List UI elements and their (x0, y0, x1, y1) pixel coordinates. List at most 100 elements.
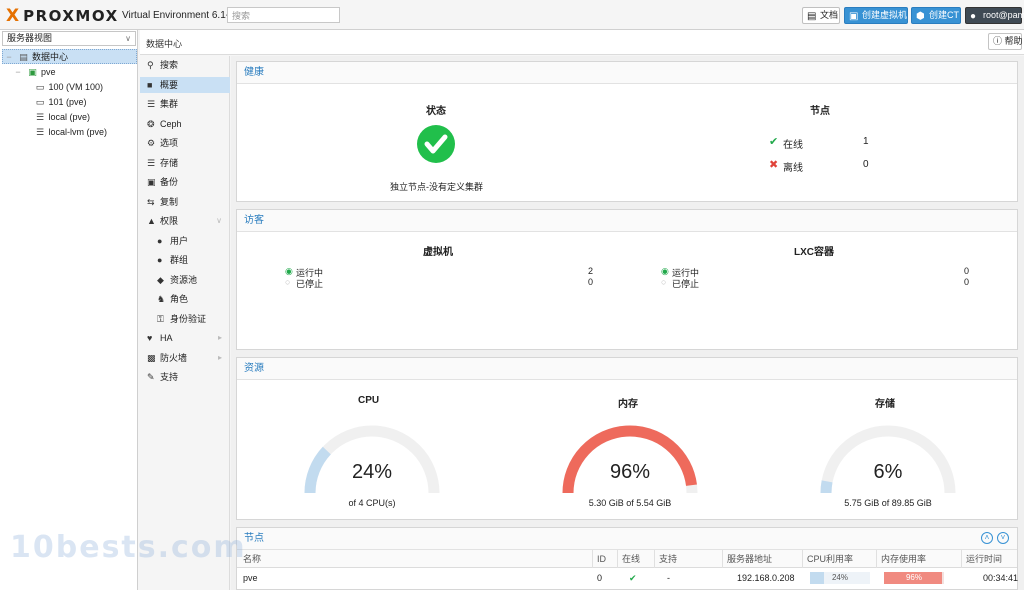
offline-x-icon: ✖ (769, 159, 779, 171)
col-memory[interactable]: 内存使用率 (877, 550, 962, 568)
menu-item-label: 权限 (160, 216, 179, 226)
col-name[interactable]: 名称 (239, 550, 593, 568)
top-bar: X PROXMOX Virtual Environment 6.1-7 搜索 ▤… (0, 0, 1024, 30)
create-vm-button[interactable]: ▣ 创建虚拟机 (844, 7, 908, 24)
nodes-panel: 节点 ˄ ˅ 名称 ID 在线 支持 服务器地址 CPU利用率 内存使用率 运行… (236, 527, 1018, 590)
lxc-running-count: 0 (964, 266, 970, 276)
online-label: 在线 (783, 140, 803, 151)
tree-item-label: local-lvm (pve) (48, 127, 108, 137)
menu-item-groups[interactable]: ● 群组 (140, 252, 230, 268)
tree-item-label: 101 (pve) (48, 97, 87, 107)
view-selector[interactable]: 服务器视图 ∨ (2, 31, 136, 46)
col-cpu[interactable]: CPU利用率 (803, 550, 877, 568)
book-icon: ▤ (807, 11, 817, 22)
node-id-cell: 0 (597, 573, 603, 583)
collapse-icon[interactable]: − (3, 50, 15, 65)
tree-item-pve[interactable]: − ▣ pve (12, 65, 147, 80)
menu-item-replication[interactable]: ⇆ 复制 (140, 194, 230, 210)
chevron-right-icon: ▸ (217, 333, 222, 342)
nodes-panel-title: 节点 (237, 528, 1017, 550)
menu-item-label: 群组 (170, 255, 189, 265)
menu-item-label: 存储 (160, 158, 179, 168)
status-ok-icon (417, 125, 455, 163)
database-icon: ☰ (35, 112, 45, 122)
node-support-cell: - (667, 573, 670, 583)
expand-down-icon[interactable]: ˅ (997, 532, 1009, 544)
vm-stopped-label: 已停止 (296, 279, 324, 289)
menu-item-label: 搜索 (160, 60, 179, 70)
proxmox-logo[interactable]: X PROXMOX (6, 7, 119, 25)
status-text: 独立节点-没有定义集群 (390, 182, 483, 192)
search-input[interactable]: 搜索 (227, 7, 340, 23)
cpu-usage-text: 24% (831, 573, 848, 582)
status-title: 状态 (426, 106, 446, 117)
desktop-icon: ▣ (849, 11, 859, 22)
summary-content: 健康 状态 独立节点-没有定义集群 节点 ✔ 在线 1 ✖ 离线 0 访客 虚拟… (231, 56, 1024, 590)
menu-item-options[interactable]: ⚙ 选项 (140, 135, 230, 151)
online-check-icon: ✔ (769, 136, 779, 148)
lxc-stopped-label: 已停止 (672, 279, 700, 289)
menu-item-summary[interactable]: ■ 概要 (140, 77, 230, 93)
cpu-gauge-detail: of 4 CPU(s) (348, 498, 396, 508)
menu-item-firewall[interactable]: ▩ 防火墙 ▸ (140, 350, 230, 366)
lxc-title: LXC容器 (794, 247, 834, 258)
cube-icon: ⬢ (916, 11, 925, 22)
collapse-up-icon[interactable]: ˄ (981, 532, 993, 544)
menu-item-pools[interactable]: ◆ 资源池 (140, 272, 230, 288)
memory-gauge-value: 96% (609, 461, 651, 483)
menu-item-cluster[interactable]: ☰ 集群 (140, 96, 230, 112)
nodes-table-header: 名称 ID 在线 支持 服务器地址 CPU利用率 内存使用率 运行时间 (237, 550, 1017, 568)
menu-item-support[interactable]: ✎ 支持 (140, 369, 230, 385)
gear-icon: ⚙ (147, 138, 156, 148)
create-ct-button[interactable]: ⬢ 创建CT (911, 7, 961, 24)
online-count: 1 (863, 136, 869, 147)
docs-button[interactable]: ▤ 文档 (802, 7, 840, 24)
col-uptime[interactable]: 运行时间 (962, 550, 1017, 568)
vm-stopped-count: 0 (588, 277, 594, 287)
storage-gauge (820, 425, 956, 494)
menu-item-storage[interactable]: ☰ 存储 (140, 155, 230, 171)
storage-gauge-detail: 5.75 GiB of 89.85 GiB (844, 498, 932, 508)
vm-running-icon: ▭ (35, 82, 45, 92)
version-label: Virtual Environment 6.1-7 (122, 10, 235, 21)
tree-item-datacenter[interactable]: − ▤ 数据中心 (2, 49, 137, 64)
menu-item-backup[interactable]: ▣ 备份 (140, 174, 230, 190)
menu-item-ha[interactable]: ♥ HA ▸ (140, 330, 230, 346)
menu-item-ceph[interactable]: ❂ Ceph (140, 116, 230, 132)
memory-gauge-title: 内存 (618, 399, 638, 410)
nodes-title: 节点 (810, 106, 830, 117)
cpu-gauge (304, 425, 440, 494)
menu-item-roles[interactable]: ♞ 角色 (140, 291, 230, 307)
cpu-gauge-title: CPU (358, 395, 380, 406)
male-icon: ♞ (157, 294, 166, 304)
vm-running-count: 2 (588, 266, 594, 276)
create-ct-label: 创建CT (929, 10, 959, 20)
storage-gauge-value: 6% (873, 461, 903, 483)
tree-item-label: local (pve) (48, 112, 91, 122)
docs-button-label: 文档 (820, 10, 839, 20)
memory-usage-bar: 96% (884, 572, 944, 584)
col-address[interactable]: 服务器地址 (723, 550, 803, 568)
guests-panel: 访客 虚拟机 ◉ 运行中 2 ○ 已停止 0 LXC容器 ◉ 运行中 0 ○ 已… (236, 209, 1018, 350)
col-online[interactable]: 在线 (618, 550, 655, 568)
user-menu-button[interactable]: ● root@pam (965, 7, 1024, 24)
help-button[interactable]: ⓘ 帮助 (988, 33, 1023, 50)
menu-item-authentication[interactable]: ⚿ 身份验证 (140, 311, 230, 327)
menu-item-permissions[interactable]: ▲ 权限 ∨ (140, 213, 230, 229)
col-id[interactable]: ID (593, 550, 618, 568)
ceph-icon: ❂ (147, 119, 155, 129)
storage-gauge-title: 存储 (875, 399, 895, 410)
users-icon: ● (157, 255, 163, 265)
tree-item-label: 100 (VM 100) (48, 82, 104, 92)
server-icon: ☰ (147, 99, 156, 109)
menu-item-label: Ceph (160, 119, 182, 129)
logo-x-mark: X (6, 5, 20, 26)
menu-item-users[interactable]: ● 用户 (140, 233, 230, 249)
collapse-icon[interactable]: − (12, 65, 24, 80)
chevron-down-icon: ∨ (216, 216, 222, 225)
memory-gauge (562, 425, 698, 494)
menu-item-search[interactable]: ⚲ 搜索 (140, 57, 230, 73)
guests-panel-title: 访客 (237, 210, 1017, 232)
offline-label: 离线 (783, 163, 803, 174)
col-support[interactable]: 支持 (655, 550, 723, 568)
